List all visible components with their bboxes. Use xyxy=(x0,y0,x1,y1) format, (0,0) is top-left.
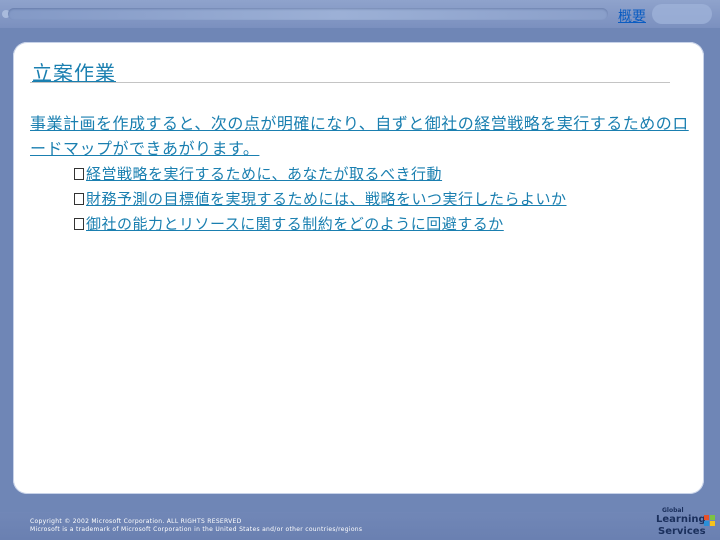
global-learning-services-logo: Global Learning Services xyxy=(652,505,716,539)
logo-line-global: Global xyxy=(662,507,684,514)
list-item: 御社の能力とリソースに関する制約をどのように回避するか xyxy=(74,212,567,237)
list-item: 経営戦略を実行するために、あなたが取るべき行動 xyxy=(74,162,567,187)
logo-square-icon xyxy=(704,521,709,526)
copyright-text: Copyright © 2002 Microsoft Corporation. … xyxy=(30,518,362,534)
bullet-text: 御社の能力とリソースに関する制約をどのように回避するか xyxy=(86,215,504,233)
trademark-line: Microsoft is a trademark of Microsoft Co… xyxy=(30,526,363,533)
logo-line-learning: Learning xyxy=(656,514,706,525)
overview-link[interactable]: 概要 xyxy=(618,6,646,26)
bullet-box-icon xyxy=(74,218,84,230)
intro-paragraph: 事業計画を作成すると、次の点が明確になり、自ずと御社の経営戦略を実行するためのロ… xyxy=(30,114,689,158)
logo-square-icon xyxy=(710,521,715,526)
nav-tab xyxy=(652,4,712,24)
bar-groove xyxy=(8,8,608,20)
copyright-line: Copyright © 2002 Microsoft Corporation. … xyxy=(30,518,242,525)
bullet-text: 財務予測の目標値を実現するためには、戦略をいつ実行したらよいか xyxy=(86,190,567,208)
logo-square-icon xyxy=(710,515,715,520)
bullet-box-icon xyxy=(74,193,84,205)
title-divider xyxy=(30,82,670,83)
bullet-text: 経営戦略を実行するために、あなたが取るべき行動 xyxy=(86,165,443,183)
bullet-box-icon xyxy=(74,168,84,180)
logo-line-services: Services xyxy=(658,526,706,537)
slide-card xyxy=(13,42,704,494)
logo-square-icon xyxy=(704,515,709,520)
top-bar xyxy=(0,0,720,28)
list-item: 財務予測の目標値を実現するためには、戦略をいつ実行したらよいか xyxy=(74,187,567,212)
bullet-list: 経営戦略を実行するために、あなたが取るべき行動 財務予測の目標値を実現するために… xyxy=(74,162,567,237)
